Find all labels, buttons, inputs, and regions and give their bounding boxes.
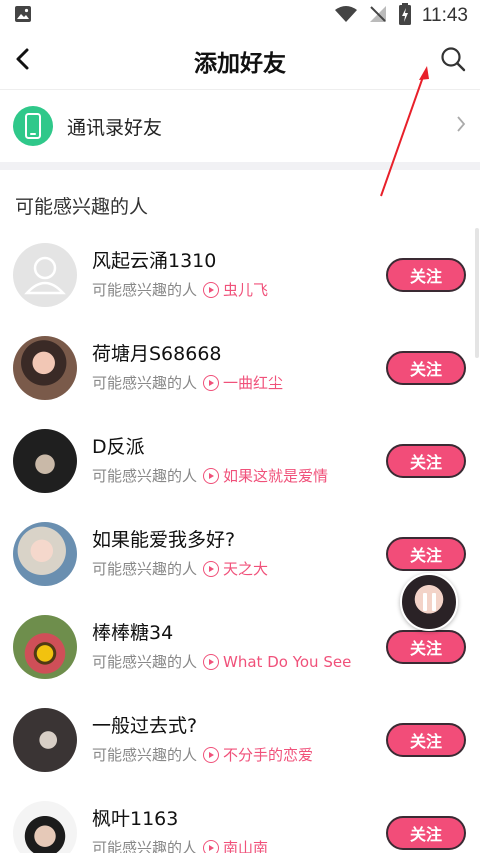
user-avatar (13, 800, 77, 853)
follow-button[interactable]: 关注 (386, 257, 466, 292)
suggested-users-list: 风起云涌1310 可能感兴趣的人 虫儿飞 关注 荷塘月S68668 可能感兴趣的… (0, 228, 480, 853)
no-signal-icon (368, 4, 388, 28)
user-name: D反派 (92, 436, 145, 458)
floating-music-player[interactable] (400, 573, 458, 631)
user-music[interactable]: 不分手的恋爱 (223, 744, 313, 765)
play-icon (203, 746, 220, 763)
user-avatar (13, 428, 77, 493)
play-icon (203, 281, 220, 298)
follow-button[interactable]: 关注 (386, 350, 466, 385)
user-music[interactable]: 天之大 (223, 558, 268, 579)
user-row[interactable]: 枫叶1163 可能感兴趣的人 南山南 关注 (0, 786, 480, 853)
play-icon (203, 467, 220, 484)
user-avatar (13, 521, 77, 586)
user-row[interactable]: 风起云涌1310 可能感兴趣的人 虫儿飞 关注 (0, 228, 480, 321)
user-name: 风起云涌1310 (92, 250, 217, 272)
user-music[interactable]: What Do You See (223, 653, 351, 671)
play-icon (203, 560, 220, 577)
contacts-friends-label: 通讯录好友 (67, 116, 163, 139)
user-name: 如果能爱我多好? (92, 529, 236, 551)
chevron-right-icon (456, 115, 466, 137)
user-reason: 可能感兴趣的人 (92, 374, 198, 392)
pause-icon[interactable] (422, 593, 436, 611)
follow-button[interactable]: 关注 (386, 815, 466, 850)
user-row[interactable]: 荷塘月S68668 可能感兴趣的人 一曲红尘 关注 (0, 321, 480, 414)
page-title: 添加好友 (194, 50, 286, 77)
battery-charging-icon (398, 3, 412, 29)
user-avatar (13, 335, 77, 400)
contacts-friends-row[interactable]: 通讯录好友 (0, 90, 480, 170)
user-music[interactable]: 如果这就是爱情 (223, 465, 328, 486)
follow-button[interactable]: 关注 (386, 536, 466, 571)
user-name: 荷塘月S68668 (92, 343, 222, 365)
wifi-icon (334, 5, 358, 27)
default-avatar (13, 242, 77, 307)
user-avatar (13, 707, 77, 772)
scrollbar[interactable] (475, 228, 479, 358)
user-name: 棒棒糖34 (92, 622, 174, 644)
user-reason: 可能感兴趣的人 (92, 467, 198, 485)
header: 添加好友 (0, 32, 480, 90)
user-music[interactable]: 南山南 (223, 837, 268, 853)
user-row[interactable]: D反派 可能感兴趣的人 如果这就是爱情 关注 (0, 414, 480, 507)
user-avatar (13, 614, 77, 679)
status-bar: 11:43 (0, 0, 480, 32)
user-name: 一般过去式? (92, 715, 198, 737)
user-reason: 可能感兴趣的人 (92, 746, 198, 764)
user-row[interactable]: 一般过去式? 可能感兴趣的人 不分手的恋爱 关注 (0, 693, 480, 786)
section-title: 可能感兴趣的人 (15, 196, 149, 218)
search-icon[interactable] (440, 46, 466, 76)
play-icon (203, 839, 220, 853)
user-name: 枫叶1163 (92, 808, 179, 830)
back-arrow-icon[interactable] (14, 47, 30, 75)
clock-time: 11:43 (421, 5, 468, 26)
user-music[interactable]: 一曲红尘 (223, 372, 283, 393)
gallery-notification-icon (14, 5, 32, 27)
follow-button[interactable]: 关注 (386, 443, 466, 478)
user-reason: 可能感兴趣的人 (92, 560, 198, 578)
user-reason: 可能感兴趣的人 (92, 653, 198, 671)
play-icon (203, 653, 220, 670)
follow-button[interactable]: 关注 (386, 722, 466, 757)
user-reason: 可能感兴趣的人 (92, 281, 198, 299)
follow-button[interactable]: 关注 (386, 629, 466, 664)
phone-icon (13, 106, 53, 146)
user-music[interactable]: 虫儿飞 (223, 279, 268, 300)
user-reason: 可能感兴趣的人 (92, 839, 198, 853)
play-icon (203, 374, 220, 391)
